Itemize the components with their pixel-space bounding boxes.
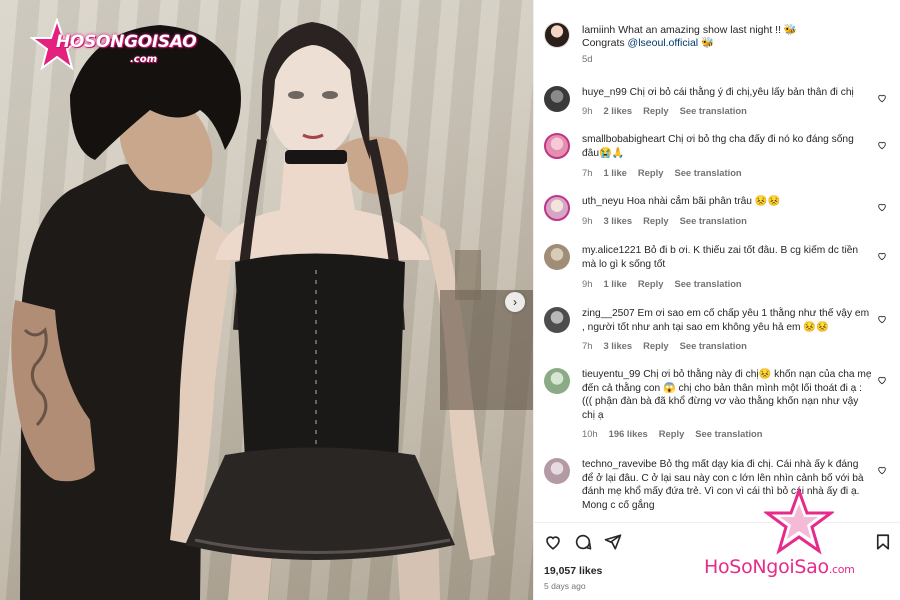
like-heart-icon[interactable]: [877, 375, 887, 385]
reply-button[interactable]: Reply: [638, 167, 664, 178]
see-translation-link[interactable]: See translation: [674, 167, 741, 178]
comment-username[interactable]: tieuyentu_99: [582, 369, 640, 380]
see-translation-link[interactable]: See translation: [674, 278, 741, 289]
like-heart-icon[interactable]: [877, 93, 887, 103]
avatar[interactable]: [544, 195, 570, 221]
avatar[interactable]: [544, 86, 570, 112]
like-heart-icon[interactable]: [877, 465, 887, 475]
caption-line-2-suffix: 🐝: [698, 37, 715, 49]
caption-username[interactable]: lamiinh: [582, 24, 615, 36]
comment-time[interactable]: 9h: [582, 105, 592, 116]
avatar[interactable]: [544, 22, 570, 48]
comment-likes[interactable]: 196 likes: [609, 428, 648, 439]
comment-icon[interactable]: [574, 533, 592, 551]
post-side-panel: lamiinh What an amazing show last night …: [533, 0, 900, 600]
comment-time[interactable]: 9h: [582, 278, 592, 289]
site-logo: HOSONGOISAO .com: [30, 18, 197, 76]
avatar[interactable]: [544, 368, 570, 394]
reply-button[interactable]: Reply: [643, 215, 669, 226]
like-heart-icon[interactable]: [877, 202, 887, 212]
like-heart-icon[interactable]: [544, 533, 562, 551]
post-photo[interactable]: HOSONGOISAO .com ›: [0, 0, 533, 600]
share-icon[interactable]: [604, 533, 622, 551]
comment-username[interactable]: my.alice1221: [582, 245, 641, 256]
comment-time[interactable]: 10h: [582, 428, 598, 439]
see-translation-link[interactable]: See translation: [680, 215, 747, 226]
logo-text: HOSONGOISAO: [56, 32, 197, 52]
comment-time[interactable]: 7h: [582, 167, 592, 178]
logo-domain: .com: [130, 54, 158, 65]
avatar[interactable]: [544, 458, 570, 484]
bookmark-icon[interactable]: [874, 533, 892, 551]
comment-likes[interactable]: 1 like: [603, 167, 626, 178]
avatar[interactable]: [544, 133, 570, 159]
instagram-post-view: HOSONGOISAO .com › lamiinh What an amazi…: [0, 0, 900, 600]
comment-likes[interactable]: 3 likes: [603, 215, 632, 226]
comment-username[interactable]: smallbobabigheart: [582, 134, 665, 145]
comment-username[interactable]: huye_n99: [582, 87, 627, 98]
like-heart-icon[interactable]: [877, 314, 887, 324]
comment-text: Hoa nhài cắm bãi phân trâu 😣😣: [626, 196, 781, 207]
caption-line-1: What an amazing show last night !! 🐝: [618, 24, 798, 36]
comment-likes[interactable]: 2 likes: [603, 105, 632, 116]
see-translation-link[interactable]: See translation: [680, 105, 747, 116]
like-count[interactable]: 19,057 likes: [544, 565, 602, 577]
reply-button[interactable]: Reply: [659, 428, 685, 439]
reply-button[interactable]: Reply: [643, 105, 669, 116]
reply-button[interactable]: Reply: [638, 278, 664, 289]
chevron-right-icon: ›: [513, 295, 517, 309]
post-date[interactable]: 5 days ago: [544, 581, 586, 591]
caption-line-2-prefix: Congrats: [582, 37, 628, 49]
comment-time[interactable]: 7h: [582, 340, 592, 351]
caption-time[interactable]: 5d: [582, 54, 593, 65]
comment-time[interactable]: 9h: [582, 215, 592, 226]
like-heart-icon[interactable]: [877, 140, 887, 150]
comment-username[interactable]: zing__2507: [582, 308, 635, 319]
see-translation-link[interactable]: See translation: [695, 428, 762, 439]
comment-likes[interactable]: 3 likes: [603, 340, 632, 351]
avatar[interactable]: [544, 307, 570, 333]
caption-mention[interactable]: @lseoul.official: [628, 37, 699, 49]
comment-text: Chị ơi bỏ cái thằng ý đi chị,yêu lấy bản…: [629, 87, 854, 98]
comment-likes[interactable]: 1 like: [603, 278, 626, 289]
comment-username[interactable]: techno_ravevibe: [582, 459, 657, 470]
comments-list[interactable]: lamiinh What an amazing show last night …: [534, 0, 900, 522]
photo-scene: [11, 22, 533, 600]
post-actions-bar: 19,057 likes 5 days ago: [534, 522, 900, 600]
reply-button[interactable]: Reply: [643, 340, 669, 351]
like-heart-icon[interactable]: [877, 251, 887, 261]
next-image-button[interactable]: ›: [505, 292, 525, 312]
comment-username[interactable]: uth_neyu: [582, 196, 624, 207]
avatar[interactable]: [544, 244, 570, 270]
see-translation-link[interactable]: See translation: [680, 340, 747, 351]
